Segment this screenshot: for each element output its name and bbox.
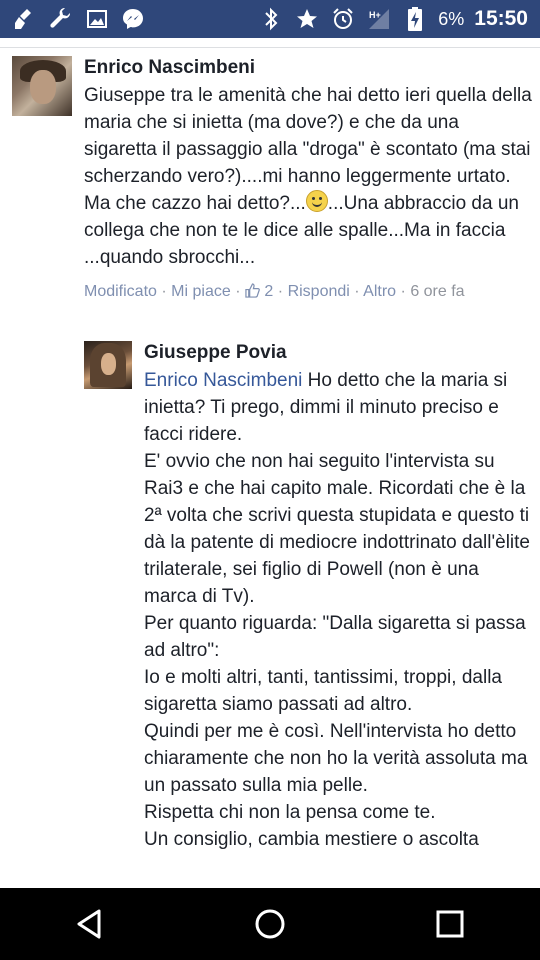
clock: 15:50 (474, 7, 528, 30)
comment-actions: Modificato · Mi piace · 2 · Rispondi · A… (84, 282, 534, 302)
like-count[interactable]: 2 (245, 283, 278, 300)
broom-icon (12, 6, 38, 32)
battery-charging-icon (402, 6, 428, 32)
reply-paragraph: Quindi per me è così. Nell'intervista ho… (144, 721, 528, 796)
reply-paragraph: Per quanto riguarda: "Dalla sigaretta si… (144, 613, 526, 661)
star-icon (294, 6, 320, 32)
reply-paragraph: Rispetta chi non la pensa come te. (144, 802, 436, 823)
image-icon (84, 6, 110, 32)
separator: · (400, 283, 406, 300)
navigation-bar (0, 888, 540, 960)
avatar[interactable] (12, 56, 72, 116)
comment-author[interactable]: Enrico Nascimbeni (84, 56, 534, 80)
signal-icon: H+ (366, 6, 392, 32)
wrench-icon (48, 6, 74, 32)
thumbs-up-icon (245, 283, 260, 298)
status-bar: H+ 6% 15:50 (0, 0, 540, 38)
reply-paragraph: Enrico Nascimbeni Ho detto che la maria … (144, 367, 536, 448)
recents-button[interactable] (420, 894, 480, 954)
back-icon (77, 909, 101, 939)
like-count-value: 2 (264, 283, 274, 300)
reply-link[interactable]: Rispondi (288, 283, 350, 300)
reply-paragraph: E' ovvio che non hai seguito l'intervist… (144, 451, 530, 607)
avatar[interactable] (84, 341, 132, 389)
reply-author[interactable]: Giuseppe Povia (144, 341, 536, 365)
comment-body: Enrico Nascimbeni Giuseppe tra le amenit… (84, 56, 534, 302)
separator: · (277, 283, 284, 300)
comment-timestamp: 6 ore fa (410, 283, 465, 300)
more-link[interactable]: Altro (363, 283, 396, 300)
home-icon (255, 909, 285, 939)
mention-link[interactable]: Enrico Nascimbeni (144, 370, 302, 391)
reply-paragraph: Un consiglio, cambia mestiere o ascolta (144, 829, 479, 850)
messenger-icon (120, 6, 146, 32)
smiley-emoji-icon (305, 190, 328, 212)
reply-paragraph: Io e molti altri, tanti, tantissimi, tro… (144, 667, 502, 715)
reply-body: Giuseppe Povia Enrico Nascimbeni Ho dett… (144, 341, 536, 853)
status-bar-system: H+ 6% 15:50 (258, 6, 540, 32)
recents-icon (436, 910, 464, 938)
like-link[interactable]: Mi piace (171, 283, 231, 300)
bluetooth-icon (258, 6, 284, 32)
reply-text: Enrico Nascimbeni Ho detto che la maria … (144, 367, 536, 853)
avatar-face (30, 70, 56, 104)
alarm-icon (330, 6, 356, 32)
avatar-face (101, 353, 116, 375)
feed-top-divider (0, 38, 540, 48)
svg-text:H+: H+ (369, 10, 381, 20)
back-button[interactable] (60, 894, 120, 954)
status-bar-notifications (0, 6, 146, 32)
separator: · (354, 283, 360, 300)
separator: · (161, 283, 167, 300)
battery-level: 6% (438, 8, 465, 29)
separator: · (235, 283, 241, 300)
home-button[interactable] (240, 894, 300, 954)
comment-text: Giuseppe tra le amenità che hai detto ie… (84, 82, 534, 271)
edited-link[interactable]: Modificato (84, 283, 157, 300)
